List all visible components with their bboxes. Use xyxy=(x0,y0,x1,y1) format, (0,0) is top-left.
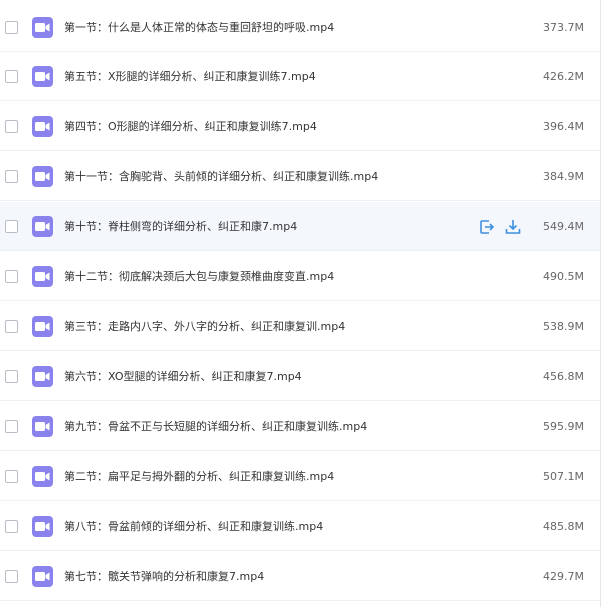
file-size: 396.4M xyxy=(543,120,584,133)
file-name[interactable]: 第七节：髋关节弹响的分析和康复7.mp4 xyxy=(64,552,264,601)
file-list: 第一节：什么是人体正常的体态与重回舒坦的呼吸.mp4 373.7M 第五节：X形… xyxy=(0,0,601,607)
file-row[interactable]: 第六节：XO型腿的详细分析、纠正和康复7.mp4 456.8M xyxy=(0,352,600,401)
file-name[interactable]: 第九节：骨盆不正与长短腿的详细分析、纠正和康复训练.mp4 xyxy=(64,402,367,451)
file-checkbox[interactable] xyxy=(5,120,18,133)
file-name[interactable]: 第十二节：彻底解决颈后大包与康复颈椎曲度变直.mp4 xyxy=(64,252,334,301)
file-row[interactable]: 第一节：什么是人体正常的体态与重回舒坦的呼吸.mp4 373.7M xyxy=(0,3,600,52)
file-name[interactable]: 第二节：扁平足与拇外翻的分析、纠正和康复训练.mp4 xyxy=(64,452,334,501)
download-icon[interactable] xyxy=(504,218,522,236)
file-size: 485.8M xyxy=(543,520,584,533)
file-name[interactable]: 第三节：走路内八字、外八字的分析、纠正和康复训.mp4 xyxy=(64,302,345,351)
file-checkbox[interactable] xyxy=(5,21,18,34)
file-name[interactable]: 第四节：O形腿的详细分析、纠正和康复训练7.mp4 xyxy=(64,102,317,151)
video-file-icon xyxy=(32,216,53,237)
video-file-icon xyxy=(32,116,53,137)
file-row-hovered[interactable]: 第十节：脊柱侧弯的详细分析、纠正和康7.mp4 549.4M xyxy=(0,202,600,251)
file-checkbox[interactable] xyxy=(5,420,18,433)
video-file-icon xyxy=(32,66,53,87)
file-row[interactable]: 第十二节：彻底解决颈后大包与康复颈椎曲度变直.mp4 490.5M xyxy=(0,252,600,301)
file-checkbox[interactable] xyxy=(5,220,18,233)
file-checkbox[interactable] xyxy=(5,370,18,383)
file-size: 538.9M xyxy=(543,320,584,333)
file-checkbox[interactable] xyxy=(5,570,18,583)
video-file-icon xyxy=(32,17,53,38)
file-name[interactable]: 第一节：什么是人体正常的体态与重回舒坦的呼吸.mp4 xyxy=(64,3,334,52)
file-size: 595.9M xyxy=(543,420,584,433)
file-name[interactable]: 第十一节：含胸驼背、头前倾的详细分析、纠正和康复训练.mp4 xyxy=(64,152,378,201)
video-file-icon xyxy=(32,516,53,537)
file-checkbox[interactable] xyxy=(5,520,18,533)
file-size: 426.2M xyxy=(543,70,584,83)
file-checkbox[interactable] xyxy=(5,270,18,283)
file-size: 373.7M xyxy=(543,21,584,34)
open-icon[interactable] xyxy=(478,218,496,236)
video-file-icon xyxy=(32,316,53,337)
file-checkbox[interactable] xyxy=(5,170,18,183)
video-file-icon xyxy=(32,416,53,437)
file-row[interactable]: 第二节：扁平足与拇外翻的分析、纠正和康复训练.mp4 507.1M xyxy=(0,452,600,501)
file-row[interactable]: 第九节：骨盆不正与长短腿的详细分析、纠正和康复训练.mp4 595.9M xyxy=(0,402,600,451)
file-size: 507.1M xyxy=(543,470,584,483)
file-name[interactable]: 第五节：X形腿的详细分析、纠正和康复训练7.mp4 xyxy=(64,52,316,101)
video-file-icon xyxy=(32,166,53,187)
video-file-icon xyxy=(32,566,53,587)
file-size: 429.7M xyxy=(543,570,584,583)
file-size: 549.4M xyxy=(543,220,584,233)
file-size: 490.5M xyxy=(543,270,584,283)
file-checkbox[interactable] xyxy=(5,70,18,83)
file-name[interactable]: 第八节：骨盆前倾的详细分析、纠正和康复训练.mp4 xyxy=(64,502,323,551)
file-row[interactable]: 第四节：O形腿的详细分析、纠正和康复训练7.mp4 396.4M xyxy=(0,102,600,151)
file-row[interactable]: 第三节：走路内八字、外八字的分析、纠正和康复训.mp4 538.9M xyxy=(0,302,600,351)
file-row[interactable]: 第五节：X形腿的详细分析、纠正和康复训练7.mp4 426.2M xyxy=(0,52,600,101)
file-row[interactable]: 第七节：髋关节弹响的分析和康复7.mp4 429.7M xyxy=(0,552,600,601)
file-row[interactable]: 第八节：骨盆前倾的详细分析、纠正和康复训练.mp4 485.8M xyxy=(0,502,600,551)
video-file-icon xyxy=(32,366,53,387)
file-name[interactable]: 第十节：脊柱侧弯的详细分析、纠正和康7.mp4 xyxy=(64,202,297,251)
video-file-icon xyxy=(32,266,53,287)
file-size: 384.9M xyxy=(543,170,584,183)
file-name[interactable]: 第六节：XO型腿的详细分析、纠正和康复7.mp4 xyxy=(64,352,302,401)
file-checkbox[interactable] xyxy=(5,470,18,483)
file-checkbox[interactable] xyxy=(5,320,18,333)
file-row[interactable]: 第十一节：含胸驼背、头前倾的详细分析、纠正和康复训练.mp4 384.9M xyxy=(0,152,600,201)
file-size: 456.8M xyxy=(543,370,584,383)
video-file-icon xyxy=(32,466,53,487)
